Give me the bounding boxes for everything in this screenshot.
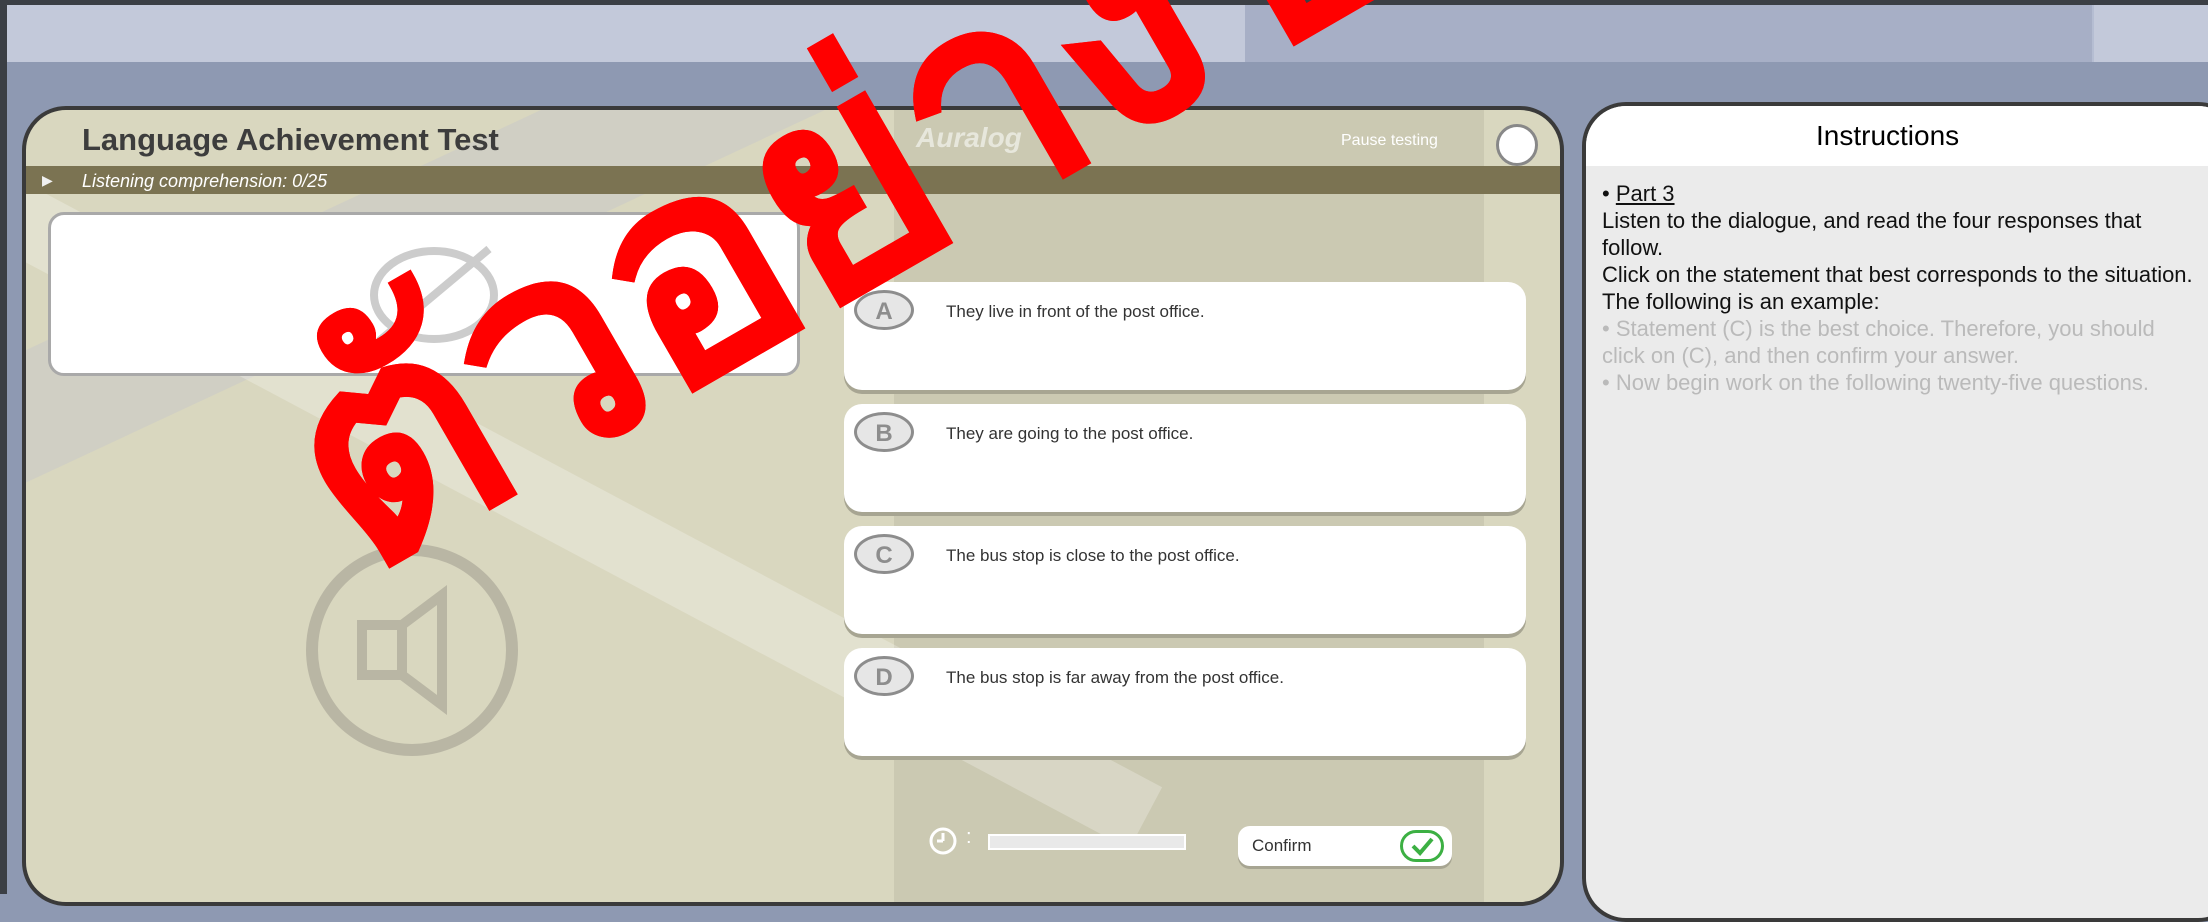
option-text: They are going to the post office. (946, 424, 1194, 443)
media-area (48, 212, 800, 376)
instructions-title: Instructions (1816, 120, 1960, 151)
brand-logo: Auralog (916, 122, 1022, 153)
timer-colon: : (966, 826, 972, 848)
answer-option-b[interactable]: B They are going to the post office. (844, 404, 1526, 512)
no-media-icon (370, 245, 498, 345)
instructions-panel: Instructions • Part 3 Listen to the dial… (1582, 102, 2208, 922)
bullet: • (1602, 181, 1610, 206)
top-bar-segment (1245, 5, 2092, 62)
instructions-header: Instructions (1586, 106, 2208, 166)
play-icon[interactable]: ▶ (42, 172, 53, 189)
top-bar-segment-right (2092, 5, 2208, 62)
clock-icon (929, 827, 957, 855)
section-progress-label: Listening comprehension: 0/25 (82, 171, 328, 191)
confirm-label: Confirm (1252, 836, 1312, 855)
instruction-line: Click on the statement that best corresp… (1602, 262, 2193, 287)
option-text: The bus stop is far away from the post o… (946, 668, 1284, 687)
checkmark-icon (1400, 830, 1444, 862)
pause-testing-button[interactable]: Pause testing (1341, 132, 1438, 150)
test-title: Language Achievement Test (82, 122, 499, 157)
answer-option-d[interactable]: D The bus stop is far away from the post… (844, 648, 1526, 756)
instructions-body: • Part 3 Listen to the dialogue, and rea… (1602, 180, 2202, 396)
section-bar: ▶ Listening comprehension: 0/25 (26, 166, 1560, 194)
example-line: • Now begin work on the following twenty… (1602, 370, 2149, 395)
part-label: Part 3 (1615, 181, 1675, 206)
confirm-button[interactable]: Confirm (1238, 826, 1452, 866)
help-button[interactable] (1496, 124, 1538, 166)
example-line: • Statement (C) is the best choice. Ther… (1602, 316, 2155, 368)
answer-option-c[interactable]: C The bus stop is close to the post offi… (844, 526, 1526, 634)
speaker-icon (306, 544, 518, 756)
instruction-line: The following is an example: (1602, 289, 1880, 314)
option-letter-badge: A (854, 290, 914, 330)
option-letter-badge: C (854, 534, 914, 574)
option-letter-badge: D (854, 656, 914, 696)
test-panel: Language Achievement Test Auralog Pause … (22, 106, 1564, 906)
window-frame-left (0, 0, 7, 894)
option-text: The bus stop is close to the post office… (946, 546, 1240, 565)
timer-progress-bar (988, 834, 1186, 850)
option-letter-badge: B (854, 412, 914, 452)
option-text: They live in front of the post office. (946, 302, 1205, 321)
answer-option-a[interactable]: A They live in front of the post office. (844, 282, 1526, 390)
instruction-line: Listen to the dialogue, and read the fou… (1602, 208, 2142, 260)
